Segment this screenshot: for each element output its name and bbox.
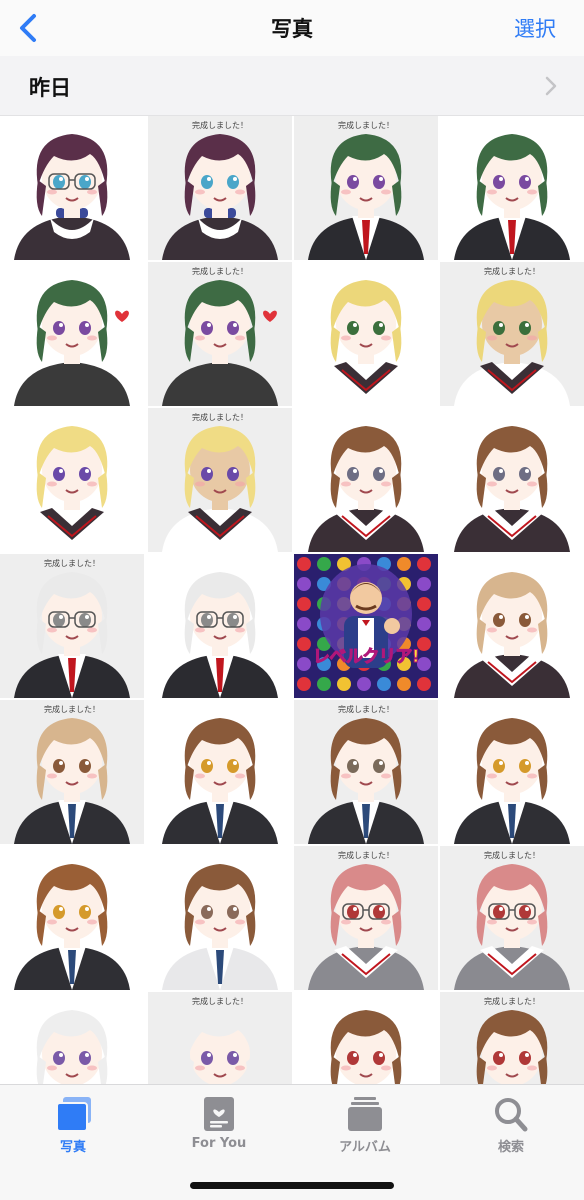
home-indicator [190,1182,394,1189]
photos-library-icon [56,1097,91,1132]
tab-label: 検索 [497,1140,524,1155]
character-illustration [148,554,292,698]
completed-caption: 完成しました！ [484,851,540,860]
completed-caption: 完成しました！ [338,121,394,130]
photo-thumbnail[interactable] [440,116,584,260]
character-illustration [0,992,144,1084]
completed-caption: 完成しました！ [338,851,394,860]
photo-thumbnail[interactable]: 完成しました！ [148,116,292,260]
completed-caption: 完成しました！ [192,121,248,130]
tab-photos[interactable]: 写真 [0,1085,146,1165]
photo-grid: 完成しました！ 完成しました！ 完成しました！ 完成しました！ 完成しました！ 完成しまし… [0,116,584,1084]
character-illustration [0,554,144,698]
tab-label: 写真 [59,1140,86,1155]
photo-thumbnail[interactable] [148,846,292,990]
for-you-icon [204,1097,234,1131]
character-illustration [294,408,438,552]
photo-thumbnail[interactable]: 完成しました！ [148,408,292,552]
photo-thumbnail[interactable]: 完成しました！ [148,262,292,406]
character-illustration [0,262,144,406]
page-title: 写真 [271,17,313,41]
character-illustration [148,846,292,990]
completed-caption: 完成しました！ [44,705,100,714]
character-illustration [0,408,144,552]
tab-label: アルバム [339,1140,391,1155]
tab-albums[interactable]: アルバム [292,1085,438,1165]
character-illustration [294,262,438,406]
photo-thumbnail[interactable] [440,700,584,844]
photo-thumbnail[interactable]: 完成しました！ [148,992,292,1084]
character-illustration [440,700,584,844]
game-screenshot-image [294,554,438,698]
character-illustration [440,116,584,260]
photo-thumbnail[interactable]: 完成しました！ [0,700,144,844]
select-button[interactable]: 選択 [514,13,556,43]
character-illustration [440,408,584,552]
character-illustration [440,846,584,990]
character-illustration [440,554,584,698]
completed-caption: 完成しました！ [192,997,248,1006]
character-illustration [440,262,584,406]
photo-thumbnail[interactable] [0,846,144,990]
character-illustration [0,116,144,260]
photo-thumbnail[interactable]: 完成しました！ [294,116,438,260]
completed-caption: 完成しました！ [338,705,394,714]
search-icon [495,1098,528,1132]
character-illustration [294,700,438,844]
photo-thumbnail[interactable] [294,408,438,552]
completed-caption: 完成しました！ [192,267,248,276]
chevron-right-icon [545,76,557,96]
character-illustration [0,846,144,990]
completed-caption: 完成しました！ [44,559,100,568]
photo-thumbnail[interactable]: 完成しました！ [440,262,584,406]
character-illustration [294,846,438,990]
tab-search[interactable]: 検索 [438,1085,584,1165]
character-illustration [0,700,144,844]
character-illustration [148,116,292,260]
character-illustration [148,408,292,552]
photo-thumbnail[interactable] [294,992,438,1084]
photo-thumbnail[interactable] [0,262,144,406]
completed-caption: 完成しました！ [192,413,248,422]
character-illustration [294,992,438,1084]
tab-label: For You [191,1136,247,1151]
section-title: 昨日 [29,76,71,100]
character-illustration [148,262,292,406]
navigation-bar: 写真 選択 [0,0,584,56]
photo-thumbnail[interactable]: 完成しました！ [294,846,438,990]
photo-thumbnail[interactable] [148,700,292,844]
character-illustration [148,700,292,844]
completed-caption: 完成しました！ [484,997,540,1006]
photo-thumbnail[interactable]: 完成しました！ [440,992,584,1084]
photo-thumbnail[interactable]: 完成しました！ [440,846,584,990]
albums-icon [348,1097,382,1131]
photo-thumbnail[interactable] [294,262,438,406]
tab-for-you[interactable]: For You [146,1085,292,1165]
photo-thumbnail[interactable] [148,554,292,698]
photo-thumbnail[interactable] [0,116,144,260]
photo-thumbnail[interactable]: 完成しました！ [0,554,144,698]
photo-thumbnail[interactable] [440,554,584,698]
photo-thumbnail[interactable] [0,992,144,1084]
photo-thumbnail[interactable]: 完成しました！ [294,700,438,844]
photo-thumbnail[interactable] [0,408,144,552]
character-illustration [294,116,438,260]
photo-thumbnail[interactable] [440,408,584,552]
level-clear-banner: レベルクリア! [312,647,420,668]
completed-caption: 完成しました！ [484,267,540,276]
section-header-yesterday[interactable]: 昨日 [0,56,584,116]
photo-thumbnail[interactable]: レベルクリア! [294,554,438,698]
